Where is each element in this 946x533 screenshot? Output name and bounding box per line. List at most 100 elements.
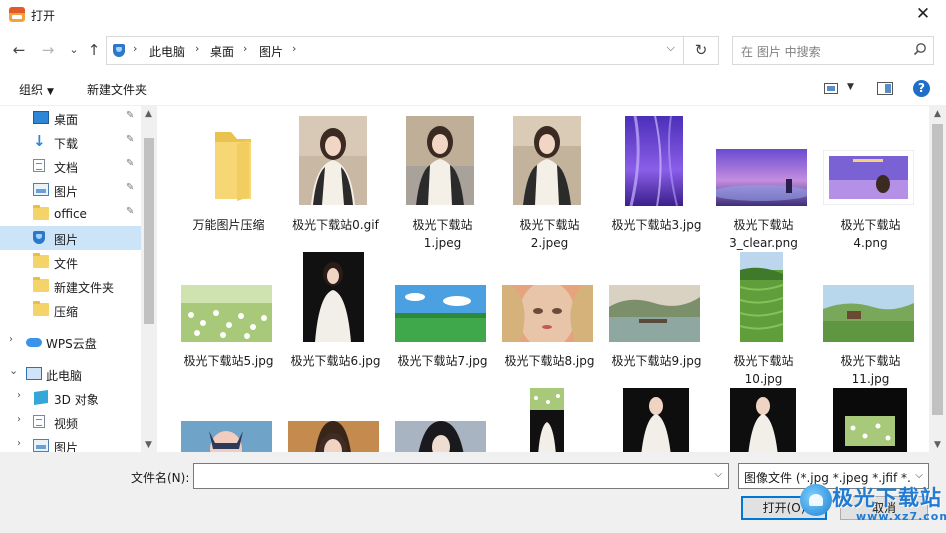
file-item-image[interactable]: 极光下载站5.jpg (175, 250, 282, 370)
file-item-image[interactable]: 极光下载站 1.jpeg (389, 114, 496, 250)
sidebar-item-pictures-selected[interactable]: 图片 (0, 226, 141, 250)
cancel-button[interactable]: 取消 (840, 496, 928, 520)
close-button[interactable]: ✕ (900, 0, 946, 31)
file-name: 极光下载站 1.jpeg (412, 218, 473, 250)
computer-icon (26, 367, 42, 380)
change-view-icon[interactable] (824, 83, 838, 94)
chevron-down-icon[interactable]: ⌵ (910, 464, 928, 488)
sidebar-item-files[interactable]: 文件 (0, 250, 141, 274)
file-item-image[interactable] (710, 386, 817, 452)
sidebar-item-documents[interactable]: 文档 ✎ (0, 154, 141, 178)
sidebar-item-compress[interactable]: 压缩 (0, 298, 141, 322)
up-button[interactable]: ↑ (83, 39, 105, 61)
file-item-image[interactable] (175, 386, 282, 452)
dark-portrait-thumbnail (623, 388, 689, 452)
sidebar-item-label: 文档 (54, 161, 79, 175)
breadcrumb-separator[interactable]: › (292, 42, 296, 55)
scroll-down-arrow-icon[interactable]: ▼ (934, 440, 941, 450)
forward-button[interactable]: → (37, 39, 59, 61)
breadcrumb-pictures[interactable]: 图片 (259, 43, 283, 60)
view-options-caret-icon[interactable]: ▼ (847, 82, 854, 92)
sidebar-item-wps-cloud[interactable]: › WPS云盘 (0, 330, 141, 354)
organize-label: 组织 (19, 83, 44, 97)
pin-icon: ✎ (126, 134, 135, 145)
sidebar-item-videos[interactable]: › 视频 (0, 410, 141, 434)
expand-chevron-icon[interactable]: › (17, 390, 21, 401)
breadcrumb-separator[interactable]: › (195, 42, 199, 55)
sidebar-item-desktop[interactable]: 桌面 ✎ (0, 106, 141, 130)
file-item-image[interactable] (817, 386, 924, 452)
new-folder-button[interactable]: 新建文件夹 (87, 81, 147, 98)
purple-card-thumbnail (823, 150, 914, 205)
scroll-up-arrow-icon[interactable]: ▲ (934, 109, 941, 119)
recent-locations-button[interactable]: ⌄ (63, 39, 85, 61)
file-item-image[interactable]: 极光下载站 2.jpeg (496, 114, 603, 250)
breadcrumb-this-pc[interactable]: 此电脑 (149, 43, 185, 60)
scroll-up-arrow-icon[interactable]: ▲ (145, 109, 152, 119)
file-item-image[interactable] (389, 386, 496, 452)
sidebar-item-this-pc[interactable]: ⌄ 此电脑 (0, 362, 141, 386)
file-item-image[interactable]: 极光下载站 11.jpg (817, 250, 924, 386)
breadcrumb-separator[interactable]: › (243, 42, 247, 55)
sidebar-item-label: 压缩 (54, 305, 79, 319)
address-bar[interactable]: › 此电脑 › 桌面 › 图片 › ⌵ (106, 36, 684, 65)
scroll-down-arrow-icon[interactable]: ▼ (145, 440, 152, 450)
sidebar-item-office[interactable]: office ✎ (0, 202, 141, 226)
cloud-icon (26, 338, 42, 347)
file-item-image[interactable]: 极光下载站9.jpg (603, 250, 710, 370)
file-item-image[interactable] (603, 386, 710, 452)
search-placeholder: 在 图片 中搜索 (741, 45, 821, 59)
search-icon[interactable] (913, 42, 927, 56)
file-item-image[interactable] (282, 386, 389, 452)
sidebar-item-pictures-quick[interactable]: 图片 ✎ (0, 178, 141, 202)
file-item-image[interactable]: 极光下载站0.gif (282, 114, 389, 234)
dark-hair-portrait-thumbnail (395, 421, 486, 452)
sidebar-item-3d-objects[interactable]: › 3D 对象 (0, 386, 141, 410)
sidebar-item-label: 图片 (54, 185, 79, 199)
file-list-scroll-thumb[interactable] (932, 124, 943, 415)
file-item-image[interactable]: 极光下载站 4.png (817, 114, 924, 250)
anime-cat-girl-thumbnail (181, 421, 272, 452)
sidebar-scrollbar[interactable]: ▲ ▼ (141, 106, 157, 452)
expand-chevron-icon[interactable]: › (17, 438, 21, 449)
file-name: 极光下载站9.jpg (611, 354, 702, 368)
chevron-down-icon[interactable]: ⌵ (714, 469, 722, 480)
sidebar-item-new-folder[interactable]: 新建文件夹 (0, 274, 141, 298)
back-button[interactable]: ← (8, 39, 30, 61)
folder-icon (215, 132, 251, 201)
breadcrumb-desktop[interactable]: 桌面 (210, 43, 234, 60)
file-item-image[interactable]: 极光下载站7.jpg (389, 250, 496, 370)
pictures-icon (33, 439, 49, 452)
dark-portrait-thumbnail (303, 252, 364, 342)
preview-pane-icon[interactable] (877, 82, 893, 95)
sidebar-item-label: WPS云盘 (46, 337, 97, 351)
location-shield-icon (113, 44, 125, 57)
file-item-image[interactable]: 极光下载站3.jpg (603, 114, 710, 234)
file-item-image[interactable]: 极光下载站6.jpg (282, 250, 389, 370)
organize-button[interactable]: 组织 ▼ (19, 81, 54, 98)
file-item-image[interactable]: 极光下载站 3_clear.png (710, 114, 817, 250)
command-bar: 组织 ▼ 新建文件夹 ▼ ? (0, 71, 946, 106)
address-dropdown-icon[interactable]: ⌵ (667, 41, 675, 55)
filename-input[interactable]: ⌵ (193, 463, 729, 489)
file-item-folder[interactable]: 万能图片压缩 (175, 114, 282, 234)
sidebar-item-label: 此电脑 (46, 369, 83, 383)
expand-chevron-icon[interactable]: › (9, 334, 13, 345)
pin-icon: ✎ (126, 110, 135, 121)
sidebar-scroll-thumb[interactable] (144, 138, 154, 324)
file-type-select[interactable]: 图像文件 (*.jpg *.jpeg *.jfif *.b ⌵ (738, 463, 929, 489)
collapse-chevron-icon[interactable]: ⌄ (9, 364, 18, 377)
file-item-image[interactable]: 极光下载站8.jpg (496, 250, 603, 370)
dialog-footer: 文件名(N): ⌵ 图像文件 (*.jpg *.jpeg *.jfif *.b … (0, 452, 946, 533)
flower-on-black-thumbnail (833, 388, 907, 452)
file-item-image[interactable]: 极光下载站 10.jpg (710, 250, 817, 386)
search-input[interactable]: 在 图片 中搜索 (732, 36, 934, 65)
open-button[interactable]: 打开(O) (741, 496, 827, 520)
file-item-image[interactable] (496, 386, 603, 452)
purple-landscape-thumbnail (716, 149, 807, 206)
refresh-button[interactable]: ↻ (684, 36, 719, 65)
expand-chevron-icon[interactable]: › (17, 414, 21, 425)
sidebar-item-downloads[interactable]: ↓ 下载 ✎ (0, 130, 141, 154)
file-list-scrollbar[interactable]: ▲ ▼ (929, 106, 946, 452)
help-icon[interactable]: ? (913, 80, 930, 97)
